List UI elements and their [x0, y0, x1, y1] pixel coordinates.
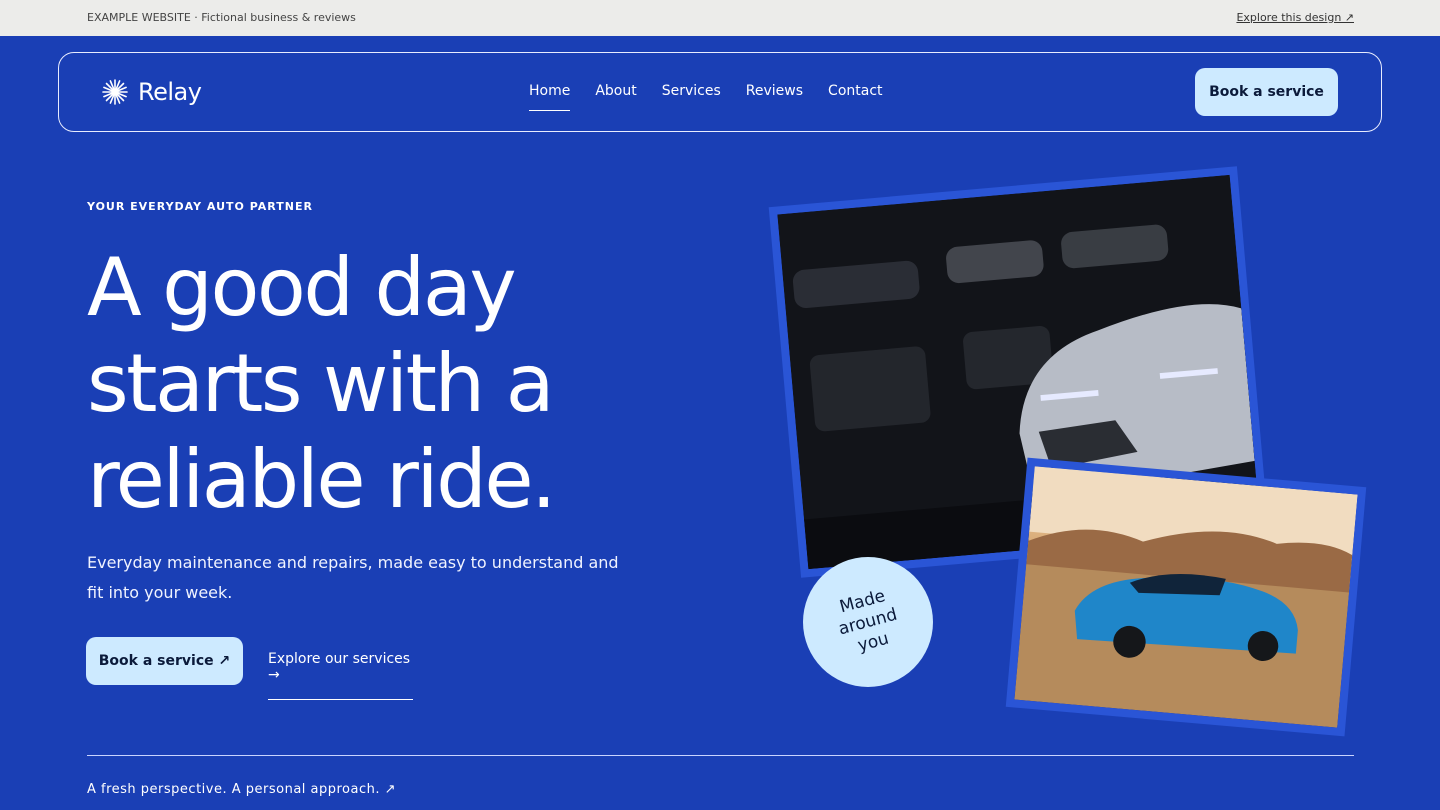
explore-services-link[interactable]: Explore our services → [268, 651, 413, 700]
badge-text: Made around you [836, 585, 900, 656]
made-around-you-badge: Made around you [803, 557, 933, 687]
nav-item-home[interactable]: Home [529, 83, 571, 111]
section-divider [87, 755, 1354, 756]
site-disclaimer: EXAMPLE WEBSITE · Fictional business & r… [87, 11, 356, 24]
hero-headline: A good day starts with a reliable ride. [87, 241, 557, 526]
nav-menu: Home About Services Reviews Contact [529, 83, 883, 111]
main-nav: Relay Home About Services Reviews Contac… [58, 52, 1382, 132]
brand-name: Relay [138, 78, 202, 106]
nav-item-contact[interactable]: Contact [828, 83, 882, 111]
desert-car-photo [1005, 457, 1367, 737]
brand-logo[interactable]: Relay [102, 78, 202, 106]
nav-item-about[interactable]: About [595, 83, 636, 111]
nav-item-reviews[interactable]: Reviews [746, 83, 803, 111]
hero-eyebrow: YOUR EVERYDAY AUTO PARTNER [87, 200, 313, 213]
starburst-icon [102, 79, 128, 105]
nav-book-service-button[interactable]: Book a service [1195, 68, 1338, 116]
hero-book-service-button[interactable]: Book a service ↗ [86, 637, 243, 685]
nav-item-services[interactable]: Services [662, 83, 721, 111]
explore-design-link[interactable]: Explore this design ↗ [1236, 11, 1354, 24]
hero-subcopy: Everyday maintenance and repairs, made e… [87, 553, 619, 602]
fresh-perspective-link[interactable]: A fresh perspective. A personal approach… [87, 782, 396, 797]
announcement-bar: EXAMPLE WEBSITE · Fictional business & r… [0, 0, 1440, 36]
